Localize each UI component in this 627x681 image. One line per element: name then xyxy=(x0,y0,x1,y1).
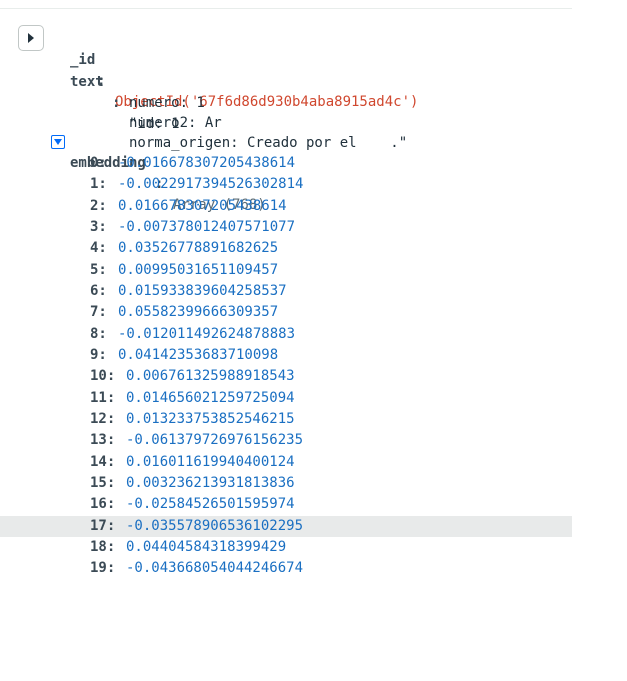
embedding-index: 11: xyxy=(90,390,116,406)
embedding-index: 14: xyxy=(90,454,116,470)
embedding-value: -0.0022917394526302814 xyxy=(118,176,304,192)
embedding-value: 0.00995031651109457 xyxy=(118,262,279,278)
embedding-index: 16: xyxy=(90,496,116,512)
embedding-row[interactable]: 0: -0.016678307205438614 xyxy=(0,153,572,174)
embedding-row[interactable]: 14: 0.016011619940400124 xyxy=(0,452,572,473)
embedding-row[interactable]: 5: 0.00995031651109457 xyxy=(0,260,572,281)
embedding-index: 19: xyxy=(90,560,116,576)
embedding-index: 15: xyxy=(90,475,116,491)
embedding-row[interactable]: 2: 0.016678307205438614 xyxy=(0,196,572,217)
embedding-value: -0.007378012407571077 xyxy=(118,219,296,235)
embedding-index: 3: xyxy=(90,219,107,235)
embedding-row[interactable]: 17: -0.035578906536102295 xyxy=(0,516,572,537)
embedding-value: 0.014656021259725094 xyxy=(126,390,295,406)
embedding-row[interactable]: 13: -0.061379726976156235 xyxy=(0,430,572,451)
embedding-row[interactable]: 1: -0.0022917394526302814 xyxy=(0,174,572,195)
embedding-index: 8: xyxy=(90,326,107,342)
embedding-row[interactable]: 6: 0.015933839604258537 xyxy=(0,281,572,302)
embedding-index: 13: xyxy=(90,432,116,448)
document-panel: _id : ObjectId('67f6d86d930b4aba8915ad4c… xyxy=(0,8,572,584)
embedding-index: 18: xyxy=(90,539,116,555)
embedding-row[interactable]: 15: 0.003236213931813836 xyxy=(0,473,572,494)
embedding-index: 6: xyxy=(90,283,107,299)
field-embedding: embedding : Array (768) xyxy=(0,132,572,213)
embedding-value: 0.016011619940400124 xyxy=(126,454,295,470)
embedding-value: 0.015933839604258537 xyxy=(118,283,287,299)
embedding-index: 5: xyxy=(90,262,107,278)
embedding-index: 9: xyxy=(90,347,107,363)
field-text: text : "id: 1 xyxy=(0,51,572,132)
embedding-row[interactable]: 11: 0.014656021259725094 xyxy=(0,388,572,409)
embedding-row[interactable]: 16: -0.02584526501595974 xyxy=(0,494,572,515)
embedding-index: 7: xyxy=(90,304,107,320)
embedding-value: -0.016678307205438614 xyxy=(118,155,296,171)
embedding-index: 0: xyxy=(90,155,107,171)
embedding-value: -0.035578906536102295 xyxy=(126,518,304,534)
embedding-value: 0.016678307205438614 xyxy=(118,198,287,214)
field-id: _id : ObjectId('67f6d86d930b4aba8915ad4c… xyxy=(0,29,572,110)
embedding-row[interactable]: 4: 0.03526778891682625 xyxy=(0,238,572,259)
embedding-value: 0.006761325988918543 xyxy=(126,368,295,384)
embedding-value: -0.061379726976156235 xyxy=(126,432,304,448)
embedding-row[interactable]: 9: 0.04142353683710098 xyxy=(0,345,572,366)
embedding-value: 0.03526778891682625 xyxy=(118,240,279,256)
embedding-row[interactable]: 8: -0.012011492624878883 xyxy=(0,324,572,345)
embedding-value: 0.05582399666309357 xyxy=(118,304,279,320)
embedding-index: 1: xyxy=(90,176,107,192)
embedding-index: 10: xyxy=(90,368,116,384)
embedding-value: 0.013233753852546215 xyxy=(126,411,295,427)
embedding-row[interactable]: 10: 0.006761325988918543 xyxy=(0,366,572,387)
embedding-row[interactable]: 12: 0.013233753852546215 xyxy=(0,409,572,430)
embedding-row[interactable]: 19: -0.043668054044246674 xyxy=(0,558,572,579)
embedding-row[interactable]: 18: 0.04404584318399429 xyxy=(0,537,572,558)
embedding-row[interactable]: 3: -0.007378012407571077 xyxy=(0,217,572,238)
embedding-row[interactable]: 7: 0.05582399666309357 xyxy=(0,302,572,323)
embedding-index: 2: xyxy=(90,198,107,214)
embedding-value: -0.02584526501595974 xyxy=(126,496,295,512)
embedding-value: 0.003236213931813836 xyxy=(126,475,295,491)
embedding-value: -0.043668054044246674 xyxy=(126,560,304,576)
embedding-index: 12: xyxy=(90,411,116,427)
embedding-index: 17: xyxy=(90,518,116,534)
embedding-value: 0.04142353683710098 xyxy=(118,347,279,363)
embedding-value: 0.04404584318399429 xyxy=(126,539,287,555)
embedding-index: 4: xyxy=(90,240,107,256)
embedding-value: -0.012011492624878883 xyxy=(118,326,296,342)
